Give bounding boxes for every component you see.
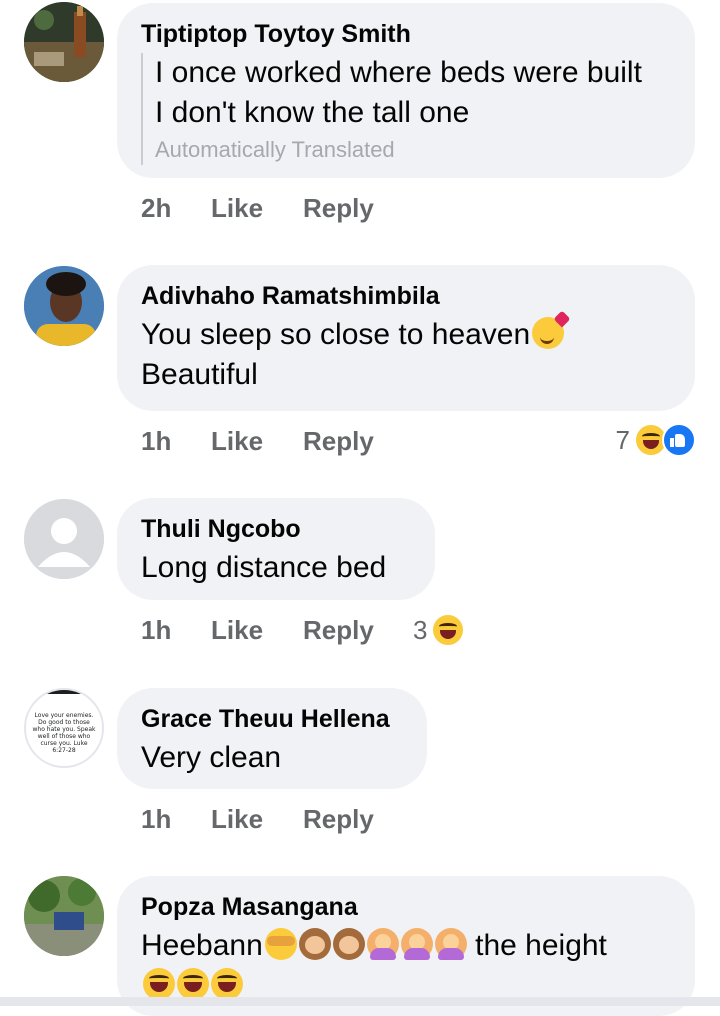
haha-reaction-icon <box>431 613 466 647</box>
avatar[interactable]: Love your enemies. Do good to those who … <box>24 688 104 768</box>
comment-actions: 1h Like Reply <box>141 801 413 837</box>
reply-button[interactable]: Reply <box>303 426 413 457</box>
woman-gesturing-ok-emoji <box>434 928 467 960</box>
photo-avatar-icon <box>24 876 104 956</box>
smiling-face-with-hearts-emoji <box>532 317 565 349</box>
bottom-divider <box>0 997 720 1006</box>
comment-bubble: Thuli Ngcobo Long distance bed <box>117 498 435 600</box>
comment-text-line: You sleep so close to heaven <box>141 315 671 355</box>
see-no-evil-monkey-emoji <box>264 928 297 960</box>
like-button[interactable]: Like <box>211 193 303 224</box>
photo-avatar-icon <box>24 266 104 346</box>
reaction-count: 3 <box>413 614 428 645</box>
comment-text: the height <box>466 929 607 962</box>
tears-of-joy-emoji <box>177 968 209 1000</box>
like-button[interactable]: Like <box>211 615 303 646</box>
avatar[interactable] <box>24 499 104 579</box>
comment-actions: 2h Like Reply <box>141 190 413 226</box>
avatar-quote-text: Love your enemies. Do good to those who … <box>32 712 96 754</box>
comment-bubble: Tiptiptop Toytoy Smith I once worked whe… <box>117 3 695 178</box>
reply-button[interactable]: Reply <box>303 615 413 646</box>
comment-text-line: I once worked where beds were built <box>155 56 642 89</box>
translation-note[interactable]: Automatically Translated <box>155 135 671 165</box>
comment-actions: 1h Like Reply <box>141 423 413 459</box>
avatar[interactable] <box>24 266 104 346</box>
comment-text: Heebann <box>141 929 263 962</box>
comment-1: Tiptiptop Toytoy Smith I once worked whe… <box>0 0 720 240</box>
like-reaction-icon <box>662 423 696 457</box>
translated-text-block: I once worked where beds were built I do… <box>141 53 671 165</box>
comment-bubble: Popza Masangana Heebann the height <box>117 876 695 1016</box>
like-button[interactable]: Like <box>211 804 303 835</box>
comment-text-line: Very clean <box>141 741 282 774</box>
comment-text: You sleep so close to heaven <box>141 318 531 351</box>
comment-timestamp[interactable]: 1h <box>141 615 211 646</box>
avatar-top-bar <box>40 690 92 694</box>
tears-of-joy-emoji <box>143 968 175 1000</box>
speak-no-evil-monkey-emoji <box>332 928 365 960</box>
reply-button[interactable]: Reply <box>303 193 413 224</box>
tears-of-joy-emoji <box>211 968 243 1000</box>
comment-text-line: Heebann the height <box>141 926 671 966</box>
hear-no-evil-monkey-emoji <box>298 928 331 960</box>
comment-text-line: Beautiful <box>141 358 258 391</box>
comment-author[interactable]: Grace Theuu Hellena <box>141 704 403 734</box>
avatar[interactable] <box>24 2 104 82</box>
comment-author[interactable]: Tiptiptop Toytoy Smith <box>141 19 671 49</box>
comment-bubble: Grace Theuu Hellena Very clean <box>117 688 427 789</box>
comment-timestamp[interactable]: 1h <box>141 426 211 457</box>
avatar[interactable] <box>24 876 104 956</box>
reaction-summary[interactable]: 7 <box>616 422 696 458</box>
reaction-count: 7 <box>615 424 630 455</box>
photo-avatar-icon <box>24 2 104 82</box>
like-button[interactable]: Like <box>211 426 303 457</box>
comment-author[interactable]: Popza Masangana <box>141 892 671 922</box>
reaction-summary[interactable]: 3 <box>413 613 466 647</box>
woman-gesturing-ok-emoji <box>400 928 433 960</box>
comment-timestamp[interactable]: 2h <box>141 193 211 224</box>
woman-gesturing-ok-emoji <box>366 928 399 960</box>
comment-author[interactable]: Adivhaho Ramatshimbila <box>141 281 671 311</box>
reply-button[interactable]: Reply <box>303 804 413 835</box>
comment-actions: 1h Like Reply 3 <box>141 612 466 648</box>
comment-bubble: Adivhaho Ramatshimbila You sleep so clos… <box>117 265 695 411</box>
comment-timestamp[interactable]: 1h <box>141 804 211 835</box>
comment-text-line: I don't know the tall one <box>155 96 470 129</box>
comment-text-line: Long distance bed <box>141 551 387 584</box>
comment-author[interactable]: Thuli Ngcobo <box>141 514 411 544</box>
default-avatar-icon <box>24 499 104 579</box>
